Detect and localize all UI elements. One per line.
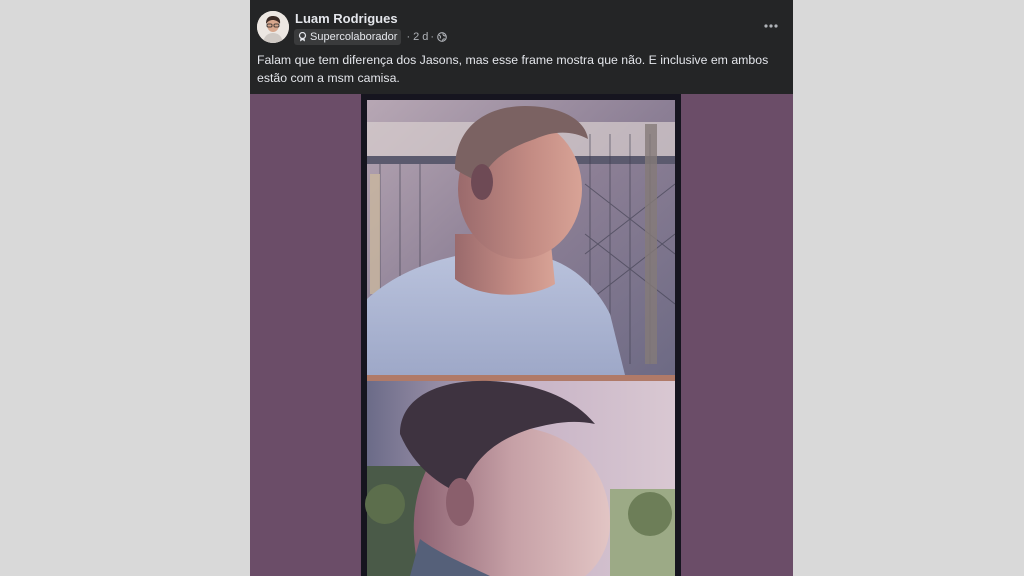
avatar-image <box>257 11 289 43</box>
contributor-badge[interactable]: Supercolaborador <box>294 28 402 45</box>
post-time[interactable]: 2 d <box>413 31 428 43</box>
bottom-frame <box>365 380 675 576</box>
post-card: Luam Rodrigues Supercolaborador · 2 d · <box>250 0 793 576</box>
top-frame <box>367 100 676 375</box>
post-meta: Supercolaborador · 2 d · <box>294 28 447 45</box>
post-caption: Falam que tem diferença dos Jasons, mas … <box>257 53 769 85</box>
meta-separator-2: · <box>430 30 435 43</box>
author-name[interactable]: Luam Rodrigues <box>295 11 398 26</box>
post-header: Luam Rodrigues Supercolaborador · 2 d · <box>250 0 793 50</box>
avatar[interactable] <box>257 11 289 43</box>
meta-separator: · <box>406 30 411 43</box>
badge-label: Supercolaborador <box>310 30 398 43</box>
badge-icon <box>298 31 307 41</box>
globe-icon <box>437 31 447 42</box>
more-options-icon[interactable] <box>761 16 781 36</box>
media-image <box>361 94 681 576</box>
post-media[interactable] <box>250 94 793 576</box>
